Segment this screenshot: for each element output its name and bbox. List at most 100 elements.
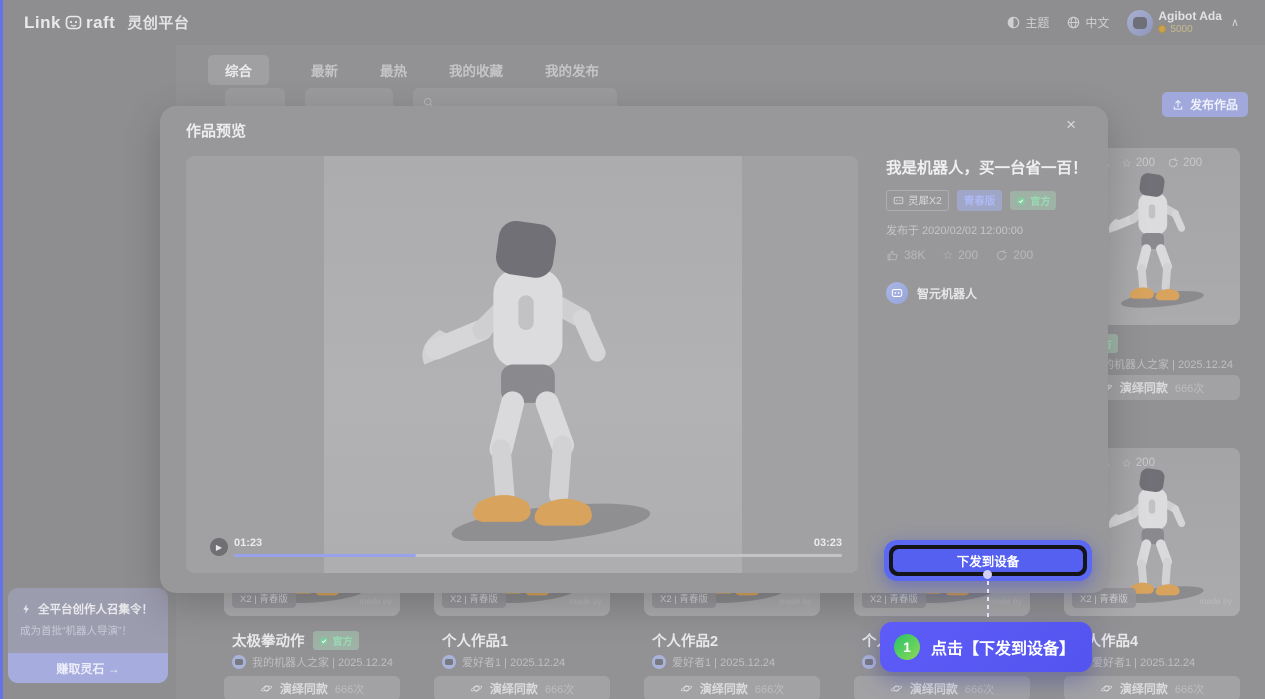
bolt-icon (20, 603, 32, 615)
share-stat: 200 (1167, 157, 1202, 169)
app-logo: Link raft 灵创平台 (24, 12, 189, 33)
coin-icon (1158, 25, 1166, 33)
remix-label: 演绎同款 (700, 680, 748, 697)
author-name: 智元机器人 (917, 285, 977, 302)
work-stats: 38K ☆ 200 200 (886, 248, 1100, 262)
remix-button[interactable]: 演绎同款 666次 (434, 676, 610, 699)
publish-work-button[interactable]: 发布作品 (1162, 92, 1248, 117)
work-tags: 灵犀X2 青春版 官方 (886, 190, 1100, 211)
thumbs-up-icon (886, 249, 899, 262)
theme-toggle[interactable]: 主题 (1007, 14, 1049, 31)
robot-head-icon (893, 195, 904, 206)
modal-title: 作品预览 (186, 120, 246, 141)
star-stat[interactable]: ☆ 200 (942, 248, 978, 262)
share-stat[interactable]: 200 (995, 248, 1033, 262)
user-coins: 5000 (1158, 24, 1222, 36)
progress-bar[interactable] (234, 554, 842, 557)
official-check-icon (1016, 196, 1026, 206)
remix-button[interactable]: 演绎同款 666次 (644, 676, 820, 699)
tab-my-posts[interactable]: 我的发布 (545, 55, 599, 85)
tour-step-number: 1 (894, 634, 920, 660)
remix-count: 666次 (1175, 380, 1204, 396)
user-menu[interactable]: Agibot Ada 5000 ∧ (1127, 10, 1239, 36)
remix-count: 666次 (545, 681, 574, 697)
tab-my-favorites[interactable]: 我的收藏 (449, 55, 503, 85)
remix-label: 演绎同款 (1120, 379, 1168, 396)
deploy-to-device-button[interactable]: 下发到设备 (893, 549, 1083, 572)
star-icon: ☆ (1121, 156, 1131, 170)
video-player: ▶ 01:23 03:23 (186, 156, 858, 573)
upload-icon (1172, 99, 1184, 111)
work-author[interactable]: 智元机器人 (886, 282, 1100, 304)
author-mini-avatar (442, 655, 456, 669)
progress-fill (234, 554, 416, 557)
star-count: 200 (1136, 157, 1155, 169)
earn-gems-button[interactable]: 赚取灵石 → (8, 653, 168, 683)
remix-count: 666次 (755, 681, 784, 697)
promo-title-row: 全平台创作人召集令！ (8, 588, 168, 617)
preview-modal: 作品预览 × ▶ 01:23 03:23 我是机器人，买一台省一百！ 灵犀X2 … (160, 106, 1108, 593)
star-stat: ☆200 (1121, 456, 1155, 470)
promo-subtitle: 成为首批“机器人导演”！ (8, 617, 168, 638)
share-icon (995, 249, 1008, 262)
share-count: 200 (1183, 157, 1202, 169)
made-by-watermark: made by (1199, 596, 1232, 606)
remix-label: 演绎同款 (910, 680, 958, 697)
model-tag: 灵犀X2 (886, 190, 949, 211)
made-by-watermark: made by (989, 596, 1022, 606)
coin-count: 5000 (1170, 24, 1192, 36)
author-mini-avatar (862, 655, 876, 669)
official-badge: 官方 (313, 631, 359, 650)
like-stat[interactable]: 38K (886, 248, 925, 262)
star-icon: ☆ (942, 248, 953, 262)
star-count: 200 (1136, 457, 1155, 469)
card-author: 爱好者1 | 2025.12.24 (652, 654, 775, 670)
publish-date: 发布于 2020/02/02 12:00:00 (886, 222, 1100, 238)
remix-button[interactable]: 演绎同款 666次 (1064, 676, 1240, 699)
star-stat: ☆ 200 (1121, 156, 1155, 170)
card-title: 太极拳动作 (232, 630, 305, 651)
theme-label: 主题 (1025, 14, 1049, 31)
share-count: 200 (1013, 248, 1033, 262)
user-block: Agibot Ada 5000 (1158, 10, 1222, 35)
tab-newest[interactable]: 最新 (311, 55, 338, 85)
card-title-row: 个人作品2 (652, 630, 718, 651)
close-icon[interactable]: × (1066, 116, 1076, 133)
language-switcher[interactable]: 中文 (1067, 14, 1109, 31)
tab-comprehensive[interactable]: 综合 (208, 55, 269, 85)
user-avatar (1127, 10, 1153, 36)
logo-face-icon (65, 14, 82, 31)
remix-button[interactable]: 演绎同款 666次 (854, 676, 1030, 699)
logo-text-suffix: raft (86, 13, 115, 33)
tour-connector-line (987, 581, 989, 621)
play-button[interactable]: ▶ (210, 538, 228, 556)
card-author-text: 爱好者1 | 2025.12.24 (462, 654, 565, 670)
model-tag-label: 灵犀X2 (908, 193, 942, 208)
promo-title: 全平台创作人召集令！ (38, 601, 153, 617)
tour-tooltip-text: 点击【下发到设备】 (931, 635, 1075, 659)
tab-hottest[interactable]: 最热 (380, 55, 407, 85)
header-right: 主题 中文 Agibot Ada 5000 ∧ (1007, 0, 1239, 45)
card-title-row: 个人作品1 (442, 630, 508, 651)
remix-count: 666次 (965, 681, 994, 697)
official-tag-label: 官方 (1030, 193, 1050, 208)
app-screen: Link raft 灵创平台 主题 中文 Agibot Ada 5 (0, 0, 1265, 699)
star-count: 200 (958, 248, 978, 262)
robot-video-figure (376, 211, 676, 541)
card-author-text: 我的机器人之家 | 2025.12.24 (1092, 356, 1233, 372)
made-by-watermark: made by (779, 596, 812, 606)
chevron-up-icon: ∧ (1231, 16, 1239, 29)
remix-label: 演绎同款 (280, 680, 328, 697)
user-name: Agibot Ada (1158, 10, 1222, 24)
card-author: 爱好者1 | 2025.12.24 (442, 654, 565, 670)
platform-name: 灵创平台 (127, 12, 189, 33)
remix-button[interactable]: 演绎同款 666次 (224, 676, 400, 699)
remix-planet-icon (680, 682, 693, 695)
card-author-text: 我的机器人之家 | 2025.12.24 (252, 654, 393, 670)
share-icon (1167, 157, 1179, 169)
author-avatar (886, 282, 908, 304)
card-author-text: 爱好者1 | 2025.12.24 (672, 654, 775, 670)
remix-label: 演绎同款 (490, 680, 538, 697)
tour-connector-dot (983, 570, 992, 579)
remix-planet-icon (470, 682, 483, 695)
